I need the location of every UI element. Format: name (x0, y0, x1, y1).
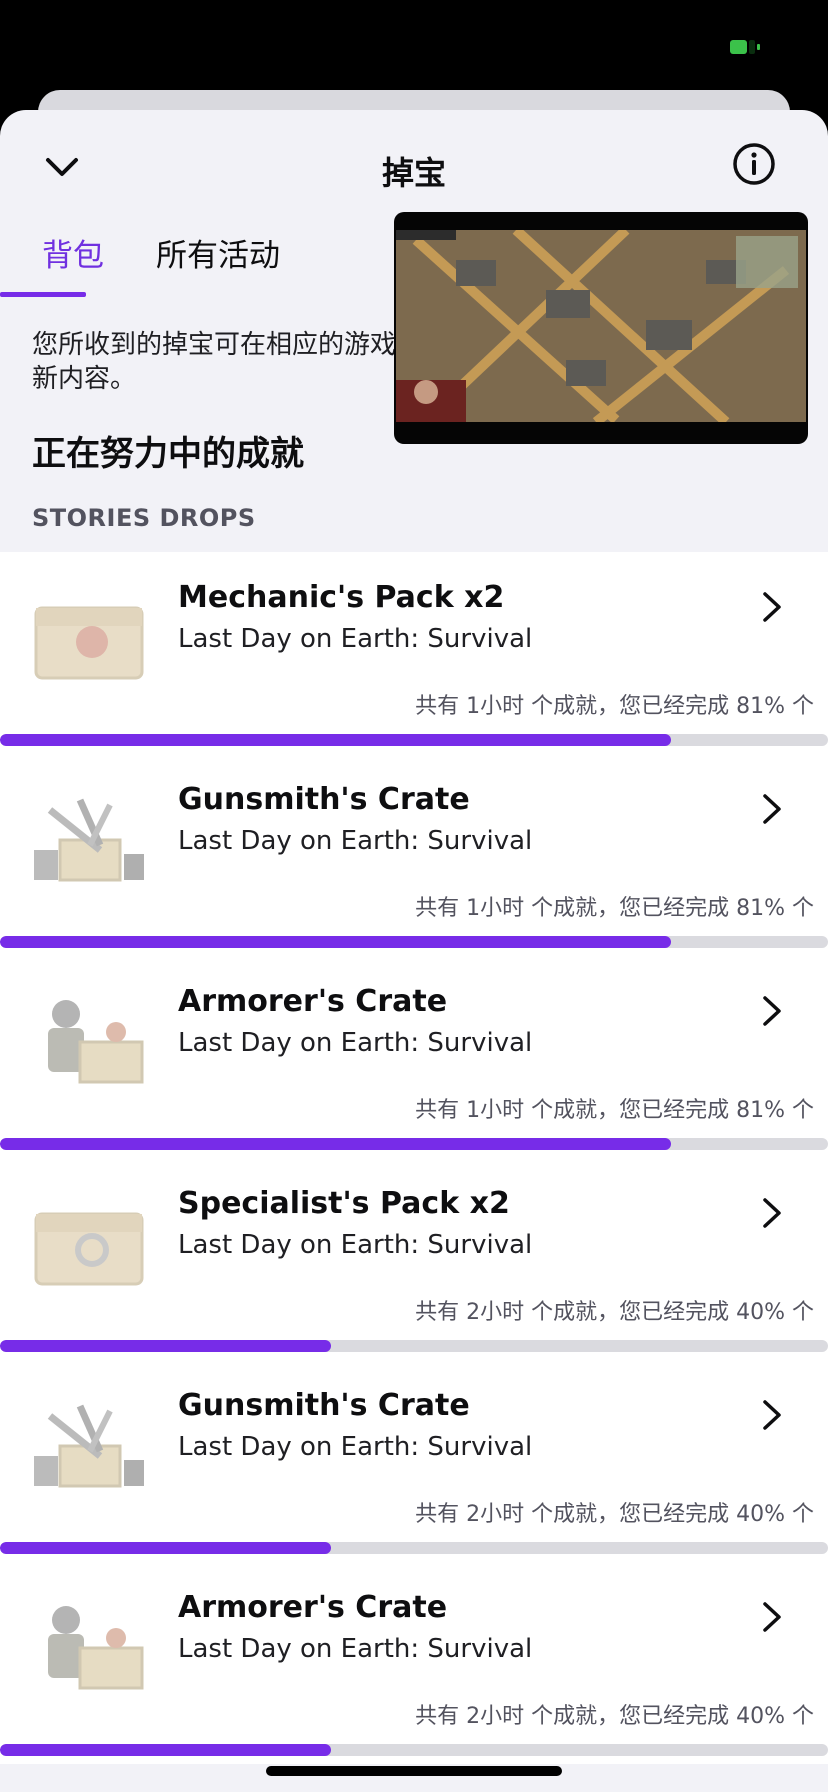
info-icon[interactable] (732, 142, 776, 186)
tab-all-campaigns[interactable]: 所有活动 (156, 230, 280, 275)
item-game: Last Day on Earth: Survival (178, 1028, 533, 1058)
picture-in-picture-video[interactable] (394, 212, 808, 444)
section-title: 正在努力中的成就 (32, 434, 304, 474)
progress-bar (0, 734, 828, 746)
progress-fill (0, 1138, 671, 1150)
item-game: Last Day on Earth: Survival (178, 1432, 533, 1462)
item-title: Armorer's Crate (178, 1590, 448, 1625)
supply-crate-icon (34, 1212, 144, 1286)
progress-fill (0, 734, 671, 746)
item-game: Last Day on Earth: Survival (178, 624, 533, 654)
armor-crate-icon (48, 1000, 144, 1084)
progress-bar (0, 1744, 828, 1756)
list-item[interactable]: Gunsmith's Crate Last Day on Earth: Surv… (0, 754, 828, 956)
item-game: Last Day on Earth: Survival (178, 826, 533, 856)
list-item[interactable]: Mechanic's Pack x2 Last Day on Earth: Su… (0, 552, 828, 754)
progress-text: 共有 2小时 个成就，您已经完成 40% 个 (415, 1300, 814, 1325)
chevron-right-icon[interactable] (760, 1398, 784, 1432)
progress-text: 共有 1小时 个成就，您已经完成 81% 个 (415, 694, 814, 719)
progress-bar (0, 936, 828, 948)
supply-crate-icon (34, 606, 144, 680)
weapons-crate-icon (34, 798, 144, 882)
armor-crate-icon (48, 1606, 144, 1690)
item-title: Armorer's Crate (178, 984, 448, 1019)
chevron-right-icon[interactable] (760, 590, 784, 624)
chevron-right-icon[interactable] (760, 994, 784, 1028)
battery-icon (730, 38, 760, 56)
progress-text: 共有 2小时 个成就，您已经完成 40% 个 (415, 1704, 814, 1729)
item-title: Gunsmith's Crate (178, 782, 470, 817)
list-item[interactable]: Specialist's Pack x2 Last Day on Earth: … (0, 1158, 828, 1360)
chevron-right-icon[interactable] (760, 792, 784, 826)
nav-bar: 掉宝 (0, 110, 828, 220)
item-game: Last Day on Earth: Survival (178, 1634, 533, 1664)
progress-text: 共有 2小时 个成就，您已经完成 40% 个 (415, 1502, 814, 1527)
intro-text: 您所收到的掉宝可在相应的游戏 新内容。 (32, 328, 412, 396)
list-item[interactable]: Gunsmith's Crate Last Day on Earth: Surv… (0, 1360, 828, 1562)
tab-inventory[interactable]: 背包 (42, 230, 104, 275)
item-title: Specialist's Pack x2 (178, 1186, 510, 1221)
video-frame (396, 230, 806, 422)
progress-text: 共有 1小时 个成就，您已经完成 81% 个 (415, 1098, 814, 1123)
list-item[interactable]: Armorer's Crate Last Day on Earth: Survi… (0, 956, 828, 1158)
progress-bar (0, 1138, 828, 1150)
progress-fill (0, 936, 671, 948)
intro-line-1: 您所收到的掉宝可在相应的游戏 (32, 330, 397, 360)
progress-fill (0, 1744, 332, 1756)
status-bar (0, 0, 828, 100)
progress-fill (0, 1542, 332, 1554)
progress-bar (0, 1340, 828, 1352)
item-game: Last Day on Earth: Survival (178, 1230, 533, 1260)
drops-list: Mechanic's Pack x2 Last Day on Earth: Su… (0, 552, 828, 1764)
home-indicator[interactable] (266, 1766, 562, 1776)
progress-bar (0, 1542, 828, 1554)
page-title: 掉宝 (381, 154, 446, 192)
progress-text: 共有 1小时 个成就，您已经完成 81% 个 (415, 896, 814, 921)
list-item[interactable]: Armorer's Crate Last Day on Earth: Survi… (0, 1562, 828, 1764)
drops-sheet: 掉宝 背包 所有活动 您所收到的掉宝可在相应的游戏 新内容。 正在努力中的成就 … (0, 110, 828, 1792)
intro-line-2: 新内容。 (32, 364, 137, 394)
item-title: Gunsmith's Crate (178, 1388, 470, 1423)
chevron-right-icon[interactable] (760, 1196, 784, 1230)
section-subtitle: STORIES DROPS (32, 504, 256, 532)
active-tab-indicator (0, 292, 86, 297)
chevron-right-icon[interactable] (760, 1600, 784, 1634)
progress-fill (0, 1340, 332, 1352)
item-title: Mechanic's Pack x2 (178, 580, 505, 615)
weapons-crate-icon (34, 1404, 144, 1488)
